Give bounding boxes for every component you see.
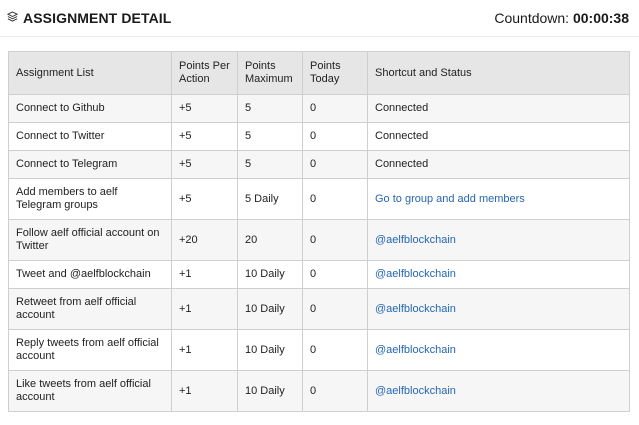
- points-today-cell: 0: [302, 370, 368, 412]
- countdown-value: 00:00:38: [572, 10, 629, 26]
- add-members-link[interactable]: Go to group and add members: [375, 193, 525, 205]
- points-per-action-cell: +1: [171, 370, 238, 412]
- points-today-cell: 0: [302, 122, 368, 151]
- points-maximum-cell: 10 Daily: [237, 260, 303, 289]
- status-cell: @aelfblockchain: [367, 260, 630, 289]
- table-row: Connect to Twitter +5 5 0 Connected: [8, 122, 630, 151]
- title-group: ASSIGNMENT DETAIL: [6, 9, 172, 27]
- aelfblockchain-link[interactable]: @aelfblockchain: [375, 303, 456, 315]
- column-header-assignment: Assignment List: [8, 51, 172, 95]
- assignment-table: Assignment List Points Per Action Points…: [8, 51, 630, 412]
- table-row: Reply tweets from aelf official account …: [8, 329, 630, 371]
- points-maximum-cell: 5 Daily: [237, 178, 303, 220]
- table-row: Connect to Telegram +5 5 0 Connected: [8, 150, 630, 179]
- task-cell: Connect to Telegram: [8, 150, 172, 179]
- table-row: Connect to Github +5 5 0 Connected: [8, 94, 630, 123]
- status-cell: @aelfblockchain: [367, 219, 630, 261]
- points-today-cell: 0: [302, 260, 368, 289]
- task-cell: Follow aelf official account on Twitter: [8, 219, 172, 261]
- countdown: Countdown: 00:00:38: [494, 10, 629, 26]
- aelfblockchain-link[interactable]: @aelfblockchain: [375, 385, 456, 397]
- task-cell: Connect to Github: [8, 94, 172, 123]
- status-cell: Connected: [367, 122, 630, 151]
- points-per-action-cell: +5: [171, 122, 238, 151]
- points-maximum-cell: 10 Daily: [237, 329, 303, 371]
- table-row: Tweet and @aelfblockchain +1 10 Daily 0 …: [8, 260, 630, 289]
- status-cell: Connected: [367, 150, 630, 179]
- points-per-action-cell: +5: [171, 178, 238, 220]
- task-cell: Connect to Twitter: [8, 122, 172, 151]
- points-maximum-cell: 5: [237, 122, 303, 151]
- table-row: Retweet from aelf official account +1 10…: [8, 288, 630, 330]
- points-maximum-cell: 5: [237, 94, 303, 123]
- points-per-action-cell: +5: [171, 94, 238, 123]
- points-today-cell: 0: [302, 219, 368, 261]
- points-maximum-cell: 5: [237, 150, 303, 179]
- column-header-points-today: Points Today: [302, 51, 368, 95]
- points-today-cell: 0: [302, 288, 368, 330]
- countdown-label: Countdown:: [494, 10, 570, 26]
- points-maximum-cell: 20: [237, 219, 303, 261]
- task-cell: Like tweets from aelf official account: [8, 370, 172, 412]
- table-row: Like tweets from aelf official account +…: [8, 370, 630, 412]
- page-header: ASSIGNMENT DETAIL Countdown: 00:00:38: [0, 0, 639, 36]
- status-cell: Go to group and add members: [367, 178, 630, 220]
- points-per-action-cell: +1: [171, 260, 238, 289]
- column-header-points-per-action: Points Per Action: [171, 51, 238, 95]
- points-per-action-cell: +5: [171, 150, 238, 179]
- points-maximum-cell: 10 Daily: [237, 288, 303, 330]
- column-header-points-maximum: Points Maximum: [237, 51, 303, 95]
- points-today-cell: 0: [302, 94, 368, 123]
- aelfblockchain-link[interactable]: @aelfblockchain: [375, 268, 456, 280]
- layers-icon: [6, 9, 19, 27]
- points-today-cell: 0: [302, 150, 368, 179]
- points-per-action-cell: +20: [171, 219, 238, 261]
- aelfblockchain-link[interactable]: @aelfblockchain: [375, 344, 456, 356]
- task-cell: Tweet and @aelfblockchain: [8, 260, 172, 289]
- status-cell: @aelfblockchain: [367, 370, 630, 412]
- table-header-row: Assignment List Points Per Action Points…: [8, 51, 630, 95]
- table-row: Follow aelf official account on Twitter …: [8, 219, 630, 261]
- points-per-action-cell: +1: [171, 288, 238, 330]
- task-cell: Add members to aelf Telegram groups: [8, 178, 172, 220]
- status-cell: Connected: [367, 94, 630, 123]
- status-cell: @aelfblockchain: [367, 288, 630, 330]
- points-today-cell: 0: [302, 329, 368, 371]
- status-cell: @aelfblockchain: [367, 329, 630, 371]
- task-cell: Reply tweets from aelf official account: [8, 329, 172, 371]
- page-title: ASSIGNMENT DETAIL: [23, 10, 172, 26]
- points-today-cell: 0: [302, 178, 368, 220]
- aelfblockchain-link[interactable]: @aelfblockchain: [375, 234, 456, 246]
- header-divider: [0, 36, 639, 37]
- column-header-shortcut-status: Shortcut and Status: [367, 51, 630, 95]
- points-maximum-cell: 10 Daily: [237, 370, 303, 412]
- points-per-action-cell: +1: [171, 329, 238, 371]
- task-cell: Retweet from aelf official account: [8, 288, 172, 330]
- table-row: Add members to aelf Telegram groups +5 5…: [8, 178, 630, 220]
